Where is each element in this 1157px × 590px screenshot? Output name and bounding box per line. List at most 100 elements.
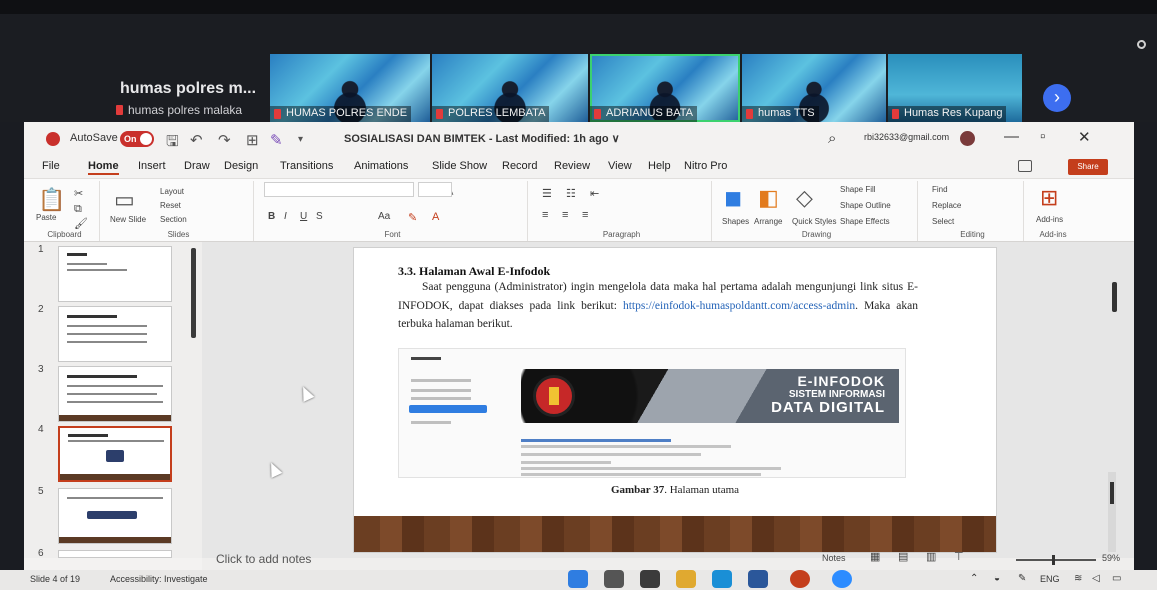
thumbnails-scrollbar[interactable]: [191, 248, 196, 338]
tab-view[interactable]: View: [608, 160, 632, 172]
network-icon[interactable]: ◒: [994, 573, 1000, 584]
copy-icon[interactable]: ⧉: [74, 203, 82, 216]
shapes-button[interactable]: Shapes: [722, 217, 749, 226]
addins-icon[interactable]: ⊞: [1040, 185, 1058, 211]
zoom-app-icon[interactable]: [832, 570, 852, 588]
notes-placeholder[interactable]: Click to add notes: [216, 552, 311, 566]
bold-button[interactable]: B: [268, 211, 275, 222]
highlight-icon[interactable]: ✎: [408, 211, 417, 224]
next-participants-button[interactable]: ›: [1043, 84, 1071, 112]
align-center-icon[interactable]: ≡: [562, 209, 568, 221]
slide-thumbnail[interactable]: [58, 488, 172, 544]
change-case-button[interactable]: Aa: [378, 211, 390, 222]
search-taskbar-icon[interactable]: [604, 570, 624, 588]
strikethrough-button[interactable]: S: [316, 211, 323, 222]
addins-button[interactable]: Add-ins: [1036, 215, 1063, 224]
participant-tile[interactable]: humas TTS: [742, 54, 886, 122]
tab-insert[interactable]: Insert: [138, 160, 166, 172]
underline-button[interactable]: U: [300, 211, 307, 222]
tab-slide-show[interactable]: Slide Show: [432, 160, 487, 172]
slide-thumbnail[interactable]: [58, 306, 172, 362]
shape-outline-button[interactable]: Shape Outline: [840, 201, 891, 210]
align-right-icon[interactable]: ≡: [582, 209, 588, 221]
task-view-icon[interactable]: [640, 570, 660, 588]
canvas-scrollbar-lower[interactable]: [1108, 472, 1116, 552]
current-slide[interactable]: 3.3. Halaman Awal E-Infodok Saat penggun…: [354, 248, 996, 552]
tab-nitro-pro[interactable]: Nitro Pro: [684, 160, 727, 172]
save-icon[interactable]: 🖫: [166, 131, 179, 156]
tab-home[interactable]: Home: [88, 160, 119, 175]
replace-button[interactable]: Replace: [932, 201, 961, 210]
indent-icon[interactable]: ⇤: [590, 187, 599, 200]
slideshow-icon[interactable]: ⊤: [954, 550, 964, 563]
tab-record[interactable]: Record: [502, 160, 537, 172]
select-button[interactable]: Select: [932, 217, 954, 226]
admin-link[interactable]: https://einfodok-humaspoldantt.com/acces…: [623, 300, 855, 312]
file-explorer-icon[interactable]: [676, 570, 696, 588]
store-icon[interactable]: [748, 570, 768, 588]
quick-styles-button[interactable]: Quick Styles: [792, 217, 836, 226]
accessibility-status[interactable]: Accessibility: Investigate: [110, 574, 208, 584]
windows-start-icon[interactable]: [568, 570, 588, 588]
volume-icon[interactable]: ◁: [1092, 573, 1100, 584]
comments-icon[interactable]: [1018, 160, 1032, 172]
italic-button[interactable]: I: [284, 211, 287, 222]
slide-sorter-icon[interactable]: ▤: [898, 550, 908, 563]
tab-draw[interactable]: Draw: [184, 160, 210, 172]
zoom-slider[interactable]: [1016, 555, 1096, 565]
slide-thumbnail[interactable]: [58, 366, 172, 422]
format-painter-icon[interactable]: 🖌: [74, 217, 88, 230]
slide-thumbnail-selected[interactable]: [58, 426, 172, 482]
tab-file[interactable]: File: [42, 160, 60, 172]
arrange-button[interactable]: Arrange: [754, 217, 782, 226]
shapes-icon[interactable]: ◼: [724, 185, 742, 211]
notes-area[interactable]: [202, 558, 1134, 570]
arrange-icon[interactable]: ◧: [758, 185, 779, 211]
user-account[interactable]: rbi32633@gmail.com: [864, 132, 949, 142]
participant-tile[interactable]: POLRES LEMBATA: [432, 54, 588, 122]
document-title[interactable]: SOSIALISASI DAN BIMTEK - Last Modified: …: [344, 132, 620, 145]
normal-view-icon[interactable]: ▦: [870, 550, 880, 563]
close-icon[interactable]: ✕: [1078, 128, 1091, 146]
show-hidden-icons-icon[interactable]: ⌃: [970, 573, 978, 584]
avatar[interactable]: [960, 131, 975, 146]
battery-icon[interactable]: ▭: [1112, 573, 1121, 584]
slide-thumbnail[interactable]: [58, 550, 172, 558]
share-button[interactable]: Share: [1068, 159, 1108, 175]
wifi-icon[interactable]: ≋: [1074, 573, 1082, 584]
language-indicator[interactable]: ENG: [1040, 574, 1060, 584]
reading-view-icon[interactable]: ▥: [926, 550, 936, 563]
search-icon[interactable]: ⌕: [828, 130, 836, 147]
shape-effects-button[interactable]: Shape Effects: [840, 217, 890, 226]
restore-icon[interactable]: ▫: [1040, 128, 1045, 145]
layout-button[interactable]: Layout: [160, 187, 184, 196]
align-left-icon[interactable]: ≡: [542, 209, 548, 221]
tab-animations[interactable]: Animations: [354, 160, 408, 172]
quick-styles-icon[interactable]: ◇: [796, 185, 813, 211]
minimize-icon[interactable]: —: [1004, 128, 1019, 145]
notes-button[interactable]: Notes: [822, 553, 846, 563]
new-slide-label[interactable]: New Slide: [110, 215, 146, 224]
find-button[interactable]: Find: [932, 185, 948, 194]
customize-toolbar-icon[interactable]: ▾: [298, 134, 303, 145]
new-slide-icon[interactable]: ▭: [114, 187, 135, 213]
participant-tile[interactable]: Humas Res Kupang: [888, 54, 1022, 122]
bullets-icon[interactable]: ☰: [542, 187, 552, 200]
pen-icon[interactable]: ✎: [270, 131, 283, 149]
paste-label[interactable]: Paste: [36, 213, 56, 222]
tab-transitions[interactable]: Transitions: [280, 160, 333, 172]
zoom-level[interactable]: 59%: [1102, 553, 1120, 563]
canvas-scrollbar[interactable]: [1112, 282, 1117, 312]
undo-icon[interactable]: ↶: [190, 131, 203, 149]
numbering-icon[interactable]: ☷: [566, 187, 576, 200]
font-color-icon[interactable]: A: [432, 211, 439, 223]
tab-review[interactable]: Review: [554, 160, 590, 172]
autosave-toggle[interactable]: On: [120, 131, 154, 147]
tab-design[interactable]: Design: [224, 160, 258, 172]
participant-tile[interactable]: HUMAS POLRES ENDE: [270, 54, 430, 122]
redo-icon[interactable]: ↷: [218, 131, 231, 149]
font-size-input[interactable]: [418, 182, 452, 197]
tab-help[interactable]: Help: [648, 160, 671, 172]
reset-button[interactable]: Reset: [160, 201, 181, 210]
paste-icon[interactable]: 📋: [38, 187, 65, 213]
